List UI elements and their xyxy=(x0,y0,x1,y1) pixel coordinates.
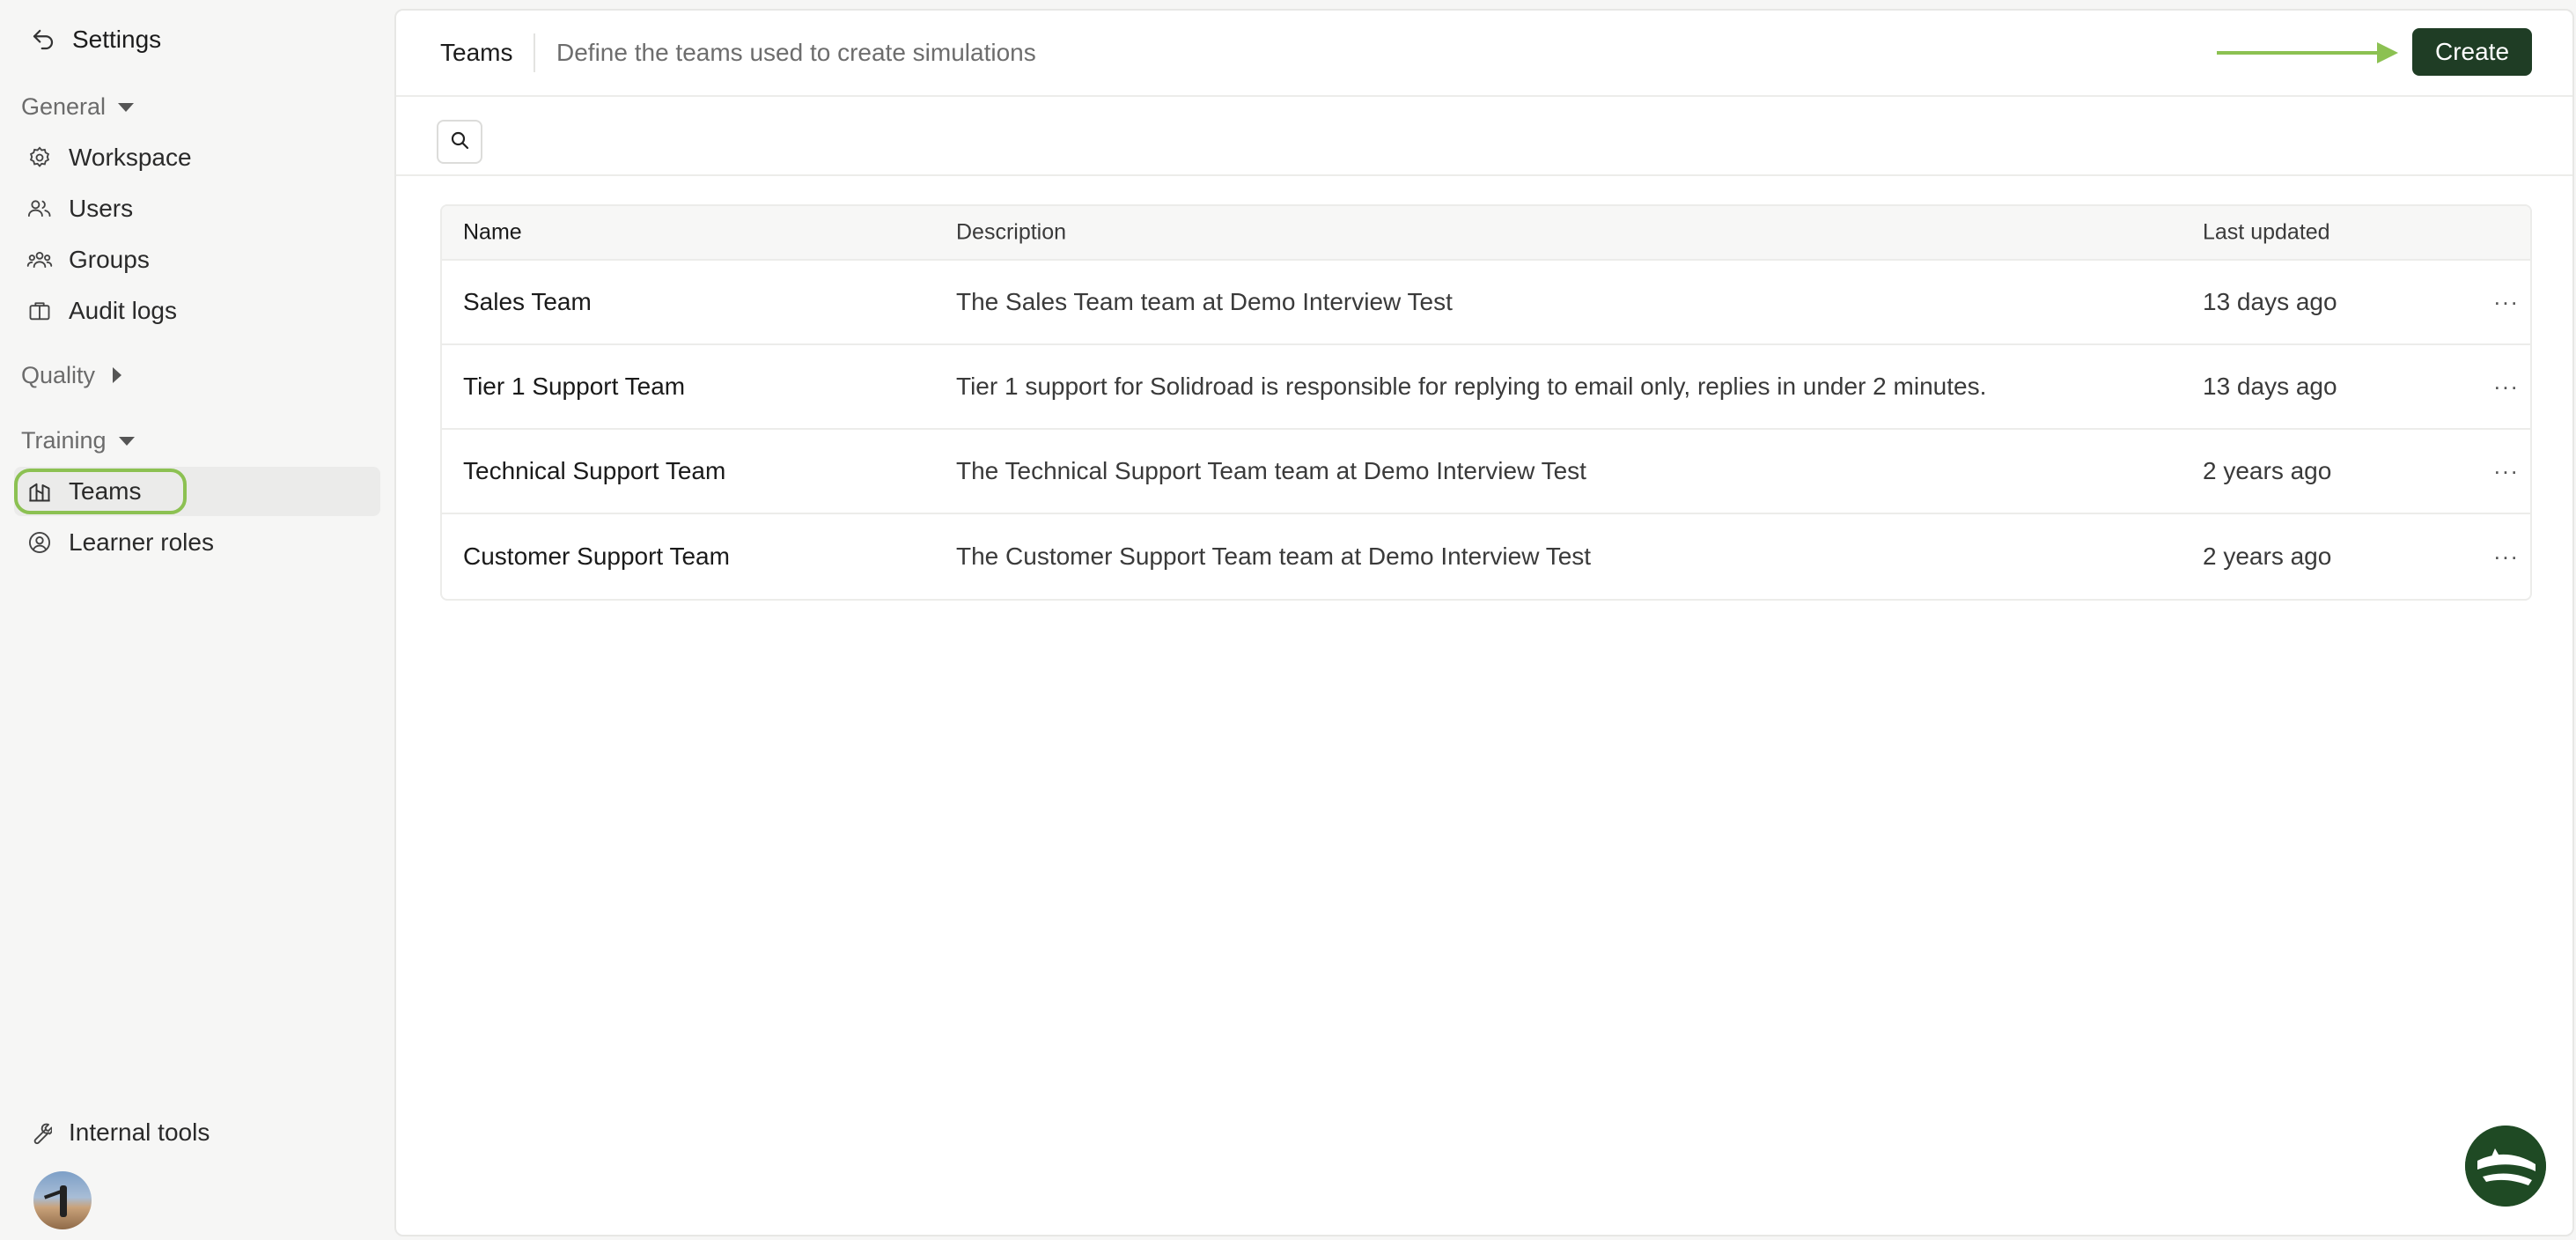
sidebar-item-learner-roles[interactable]: Learner roles xyxy=(14,518,380,567)
team-description: The Sales Team team at Demo Interview Te… xyxy=(956,288,1453,315)
page-subtitle: Define the teams used to create simulati… xyxy=(556,39,1036,66)
sidebar-item-label: Audit logs xyxy=(69,297,177,324)
caret-down-icon xyxy=(118,437,135,446)
more-horizontal-icon[interactable]: ··· xyxy=(2493,373,2519,401)
sidebar-item-groups[interactable]: Groups xyxy=(14,235,380,284)
settings-header[interactable]: Settings xyxy=(28,21,161,58)
section-general[interactable]: General xyxy=(21,89,135,124)
sidebar-item-label: Teams xyxy=(69,477,142,505)
team-last-updated: 13 days ago xyxy=(2203,373,2337,400)
sidebar-item-label: Learner roles xyxy=(69,528,214,556)
table-row[interactable]: Tier 1 Support Team Tier 1 support for S… xyxy=(442,345,2530,430)
search-button[interactable] xyxy=(437,120,482,164)
team-last-updated: 2 years ago xyxy=(2203,457,2332,484)
team-description: Tier 1 support for Solidroad is responsi… xyxy=(956,373,1987,400)
sidebar-item-label: Workspace xyxy=(69,144,192,171)
more-horizontal-icon[interactable]: ··· xyxy=(2493,543,2519,571)
user-circle-icon xyxy=(25,528,55,557)
column-header-last-updated[interactable]: Last updated xyxy=(2203,220,2330,246)
team-name: Tier 1 Support Team xyxy=(463,373,686,400)
more-horizontal-icon[interactable]: ··· xyxy=(2493,289,2519,316)
toolbar xyxy=(396,97,2572,176)
gear-icon xyxy=(25,143,55,173)
search-icon xyxy=(449,129,470,155)
team-last-updated: 2 years ago xyxy=(2203,542,2332,570)
team-name: Customer Support Team xyxy=(463,542,730,570)
group-icon xyxy=(25,245,55,275)
sidebar-item-label: Users xyxy=(69,195,134,222)
team-name: Technical Support Team xyxy=(463,457,726,484)
arrow-right-icon xyxy=(2215,37,2402,73)
buildings-icon xyxy=(25,476,55,506)
column-header-description[interactable]: Description xyxy=(956,220,1066,246)
table-row[interactable]: Sales Team The Sales Team team at Demo I… xyxy=(442,261,2530,345)
create-button[interactable]: Create xyxy=(2412,28,2532,76)
sidebar-item-internal-tools[interactable]: Internal tools xyxy=(14,1108,380,1157)
main-panel: Teams Define the teams used to create si… xyxy=(394,9,2574,1236)
teams-table: Name Description Last updated Sales Team… xyxy=(440,204,2532,601)
settings-title: Settings xyxy=(72,26,162,53)
column-header-name[interactable]: Name xyxy=(463,220,522,246)
chat-launcher-button[interactable] xyxy=(2465,1126,2546,1207)
sidebar: Settings General Workspace Users Groups … xyxy=(0,0,394,1240)
sidebar-item-users[interactable]: Users xyxy=(14,184,380,233)
team-description: The Technical Support Team team at Demo … xyxy=(956,457,1586,484)
more-horizontal-icon[interactable]: ··· xyxy=(2493,458,2519,485)
caret-down-icon xyxy=(118,103,135,112)
section-general-label: General xyxy=(21,92,107,120)
section-training[interactable]: Training xyxy=(21,423,135,458)
sidebar-item-label: Groups xyxy=(69,246,150,273)
team-name: Sales Team xyxy=(463,288,592,315)
page-title: Teams xyxy=(440,39,513,66)
sidebar-item-teams[interactable]: Teams xyxy=(14,467,380,516)
section-quality-label: Quality xyxy=(21,361,96,388)
section-quality[interactable]: Quality xyxy=(21,358,122,393)
table-row[interactable]: Technical Support Team The Technical Sup… xyxy=(442,430,2530,514)
table-row[interactable]: Customer Support Team The Customer Suppo… xyxy=(442,514,2530,599)
header-divider xyxy=(534,33,535,72)
page-header: Teams Define the teams used to create si… xyxy=(396,11,2572,97)
team-last-updated: 13 days ago xyxy=(2203,288,2337,315)
section-training-label: Training xyxy=(21,426,107,454)
avatar[interactable] xyxy=(33,1171,92,1229)
back-arrow-icon[interactable] xyxy=(28,25,58,55)
sidebar-item-workspace[interactable]: Workspace xyxy=(14,133,380,182)
users-icon xyxy=(25,194,55,224)
wrench-icon xyxy=(25,1118,55,1148)
team-description: The Customer Support Team team at Demo I… xyxy=(956,542,1592,570)
table-header: Name Description Last updated xyxy=(442,206,2530,261)
sidebar-item-label: Internal tools xyxy=(69,1118,210,1146)
sidebar-item-audit-logs[interactable]: Audit logs xyxy=(14,286,380,336)
audit-log-icon xyxy=(25,296,55,326)
caret-right-icon xyxy=(113,367,122,383)
